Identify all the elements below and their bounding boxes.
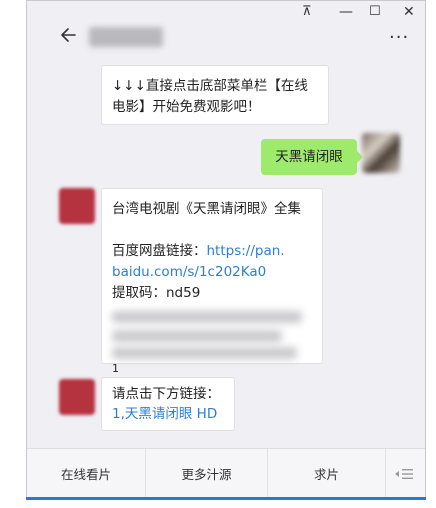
title-bar: ⊼ — ☐ ✕ ··· [27, 1, 425, 63]
incoming-message-bubble: 请点击下方链接： 1,天黑请闭眼 HD [101, 377, 235, 431]
incoming-message-bubble: ↓↓↓直接点击底部菜单栏【在线 电影】开始免费观影吧！ [101, 65, 329, 125]
incoming-message-bubble: 台湾电视剧《天黑请闭眼》全集 百度网盘链接：https://pan. baidu… [101, 188, 323, 375]
episode-link[interactable]: 1,天黑请闭眼 HD [112, 404, 224, 424]
message-text-line: 电影】开始免费观影吧！ [112, 99, 261, 115]
chat-title [89, 27, 163, 47]
bottom-menu-bar: 在线看片 更多汁源 求片 [27, 448, 425, 499]
menu-divider [385, 449, 386, 499]
minimize-button[interactable]: — [339, 5, 353, 19]
message-text-line: 请点击下方链接： [112, 386, 220, 402]
pin-window-button[interactable]: ⊼ [302, 5, 312, 19]
back-arrow-icon[interactable] [59, 25, 79, 45]
keyboard-toggle-icon[interactable] [393, 466, 415, 482]
more-options-icon[interactable]: ··· [389, 27, 409, 48]
chat-window: ⊼ — ☐ ✕ ··· ↓↓↓直接点击底部菜单栏【在线 电影】开始免费观影吧！ … [26, 0, 426, 500]
sender-avatar[interactable] [59, 379, 95, 415]
window-bottom-accent [26, 497, 426, 500]
self-avatar[interactable] [362, 133, 400, 173]
sender-avatar[interactable] [59, 188, 95, 224]
maximize-button[interactable]: ☐ [369, 5, 381, 19]
message-text-line: ↓↓↓直接点击底部菜单栏【在线 [112, 78, 308, 94]
message-text-line: 百度网盘链接：https://pan. [112, 241, 312, 262]
menu-request-movie[interactable]: 求片 [268, 449, 385, 499]
message-trailing-text: 1 [112, 362, 119, 375]
outgoing-message-bubble: 天黑请闭眼 [261, 139, 363, 175]
menu-more-sources[interactable]: 更多汁源 [146, 449, 267, 499]
pan-link-continuation[interactable]: baidu.com/s/1c202Ka0 [112, 262, 312, 283]
blurred-text [112, 347, 297, 359]
pan-link[interactable]: https://pan. [207, 243, 285, 259]
blurred-text [112, 311, 302, 323]
message-title: 台湾电视剧《天黑请闭眼》全集 [112, 201, 301, 217]
blurred-text [112, 330, 282, 342]
close-button[interactable]: ✕ [403, 5, 415, 19]
pan-link-label: 百度网盘链接： [112, 243, 207, 259]
menu-online-movies[interactable]: 在线看片 [27, 449, 145, 499]
extract-code: 提取码：nd59 [112, 285, 201, 301]
